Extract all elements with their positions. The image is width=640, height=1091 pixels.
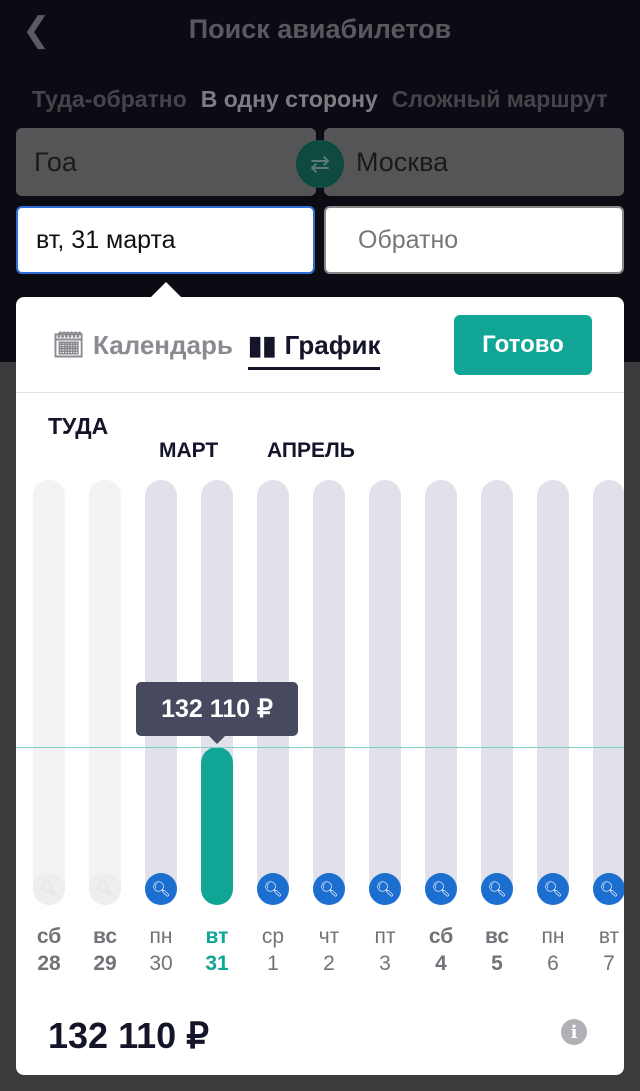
price-bar-5[interactable]: 🔍︎ xyxy=(481,480,513,905)
selected-price: 132 110 ₽ xyxy=(48,1015,210,1056)
day-number: 31 xyxy=(205,952,229,975)
weekday: вт xyxy=(205,925,229,948)
search-icon[interactable]: 🔍︎ xyxy=(593,873,624,905)
bar-chart-icon: ▮▮ xyxy=(248,330,277,360)
price-bar-3[interactable]: 🔍︎ xyxy=(369,480,401,905)
tab-calendar[interactable]: 🗓 Календарь xyxy=(52,330,233,361)
weekday: пн xyxy=(541,925,565,948)
day-label[interactable]: пн 6 xyxy=(525,923,581,977)
info-icon[interactable]: i xyxy=(561,1019,587,1045)
weekday: вс xyxy=(92,925,118,948)
price-tooltip: 132 110 ₽ xyxy=(136,682,298,744)
weekday: ср xyxy=(261,925,285,948)
month-label-april: АПРЕЛЬ xyxy=(267,439,355,462)
day-label[interactable]: ср 1 xyxy=(245,923,301,977)
search-icon[interactable]: 🔍︎ xyxy=(145,873,177,905)
day-label[interactable]: вс 29 xyxy=(77,923,133,977)
price-bar-7[interactable]: 🔍︎ xyxy=(593,480,624,905)
selected-price-bar[interactable] xyxy=(201,747,233,905)
search-icon[interactable]: 🔍︎ xyxy=(425,873,457,905)
day-number: 3 xyxy=(379,952,391,975)
search-icon[interactable]: 🔍︎ xyxy=(313,873,345,905)
weekday: вт xyxy=(598,925,620,948)
weekday: сб xyxy=(428,925,454,948)
tab-one-way[interactable]: В одну сторону xyxy=(201,86,378,112)
weekday: чт xyxy=(318,925,340,948)
day-number: 6 xyxy=(547,952,559,975)
search-icon[interactable]: 🔍︎ xyxy=(257,873,289,905)
day-number: 7 xyxy=(603,952,615,975)
price-bar-4[interactable]: 🔍︎ xyxy=(425,480,457,905)
day-number: 2 xyxy=(323,952,335,975)
price-line xyxy=(16,747,624,748)
search-icon: 🔍︎ xyxy=(89,873,121,905)
trip-mode-tabs: Туда-обратно В одну сторону Сложный маршру… xyxy=(32,86,622,113)
day-number: 28 xyxy=(37,952,61,975)
tab-multi-city[interactable]: Сложный маршрут xyxy=(392,86,608,112)
search-icon[interactable]: 🔍︎ xyxy=(537,873,569,905)
tab-calendar-label: Календарь xyxy=(93,330,233,360)
done-button[interactable]: Готово xyxy=(454,315,592,375)
day-number: 30 xyxy=(149,952,173,975)
weekday: пт xyxy=(374,925,396,948)
direction-label: ТУДА xyxy=(48,413,109,439)
day-label[interactable]: сб 4 xyxy=(413,923,469,977)
popover-arrow xyxy=(150,282,182,298)
page-title: Поиск авиабилетов xyxy=(188,14,452,44)
search-icon[interactable]: 🔍︎ xyxy=(481,873,513,905)
return-date-field[interactable]: Обратно xyxy=(324,206,624,274)
day-label[interactable]: вт 31 xyxy=(189,923,245,977)
price-bar-2[interactable]: 🔍︎ xyxy=(313,480,345,905)
price-bar-29: 🔍︎ xyxy=(89,480,121,905)
search-icon: 🔍︎ xyxy=(33,873,65,905)
day-number: 1 xyxy=(267,952,279,975)
day-label[interactable]: вс 5 xyxy=(469,923,525,977)
day-label[interactable]: пн 30 xyxy=(133,923,189,977)
day-label[interactable]: чт 2 xyxy=(301,923,357,977)
departure-date-field[interactable]: вт, 31 марта xyxy=(16,206,315,274)
tab-graph[interactable]: ▮▮ График xyxy=(248,330,381,370)
day-label[interactable]: пт 3 xyxy=(357,923,413,977)
weekday: вс xyxy=(484,925,510,948)
from-field[interactable]: Гоа xyxy=(16,128,316,196)
search-icon[interactable]: 🔍︎ xyxy=(369,873,401,905)
day-number: 4 xyxy=(435,952,447,975)
tab-graph-label: График xyxy=(284,330,381,360)
price-bar-6[interactable]: 🔍︎ xyxy=(537,480,569,905)
weekday: пн xyxy=(149,925,173,948)
swap-icon[interactable]: ⇄ xyxy=(296,140,344,188)
to-field[interactable]: Москва xyxy=(324,128,624,196)
calendar-icon: 🗓 xyxy=(52,330,86,360)
divider xyxy=(16,392,624,393)
month-label-march: МАРТ xyxy=(159,439,219,462)
day-number: 5 xyxy=(491,952,503,975)
price-bar-28: 🔍︎ xyxy=(33,480,65,905)
date-picker-popover: 🗓 Календарь ▮▮ График Готово ТУДА МАРТ АПР… xyxy=(16,297,624,1075)
weekday: сб xyxy=(36,925,62,948)
day-number: 29 xyxy=(93,952,117,975)
tab-round-trip[interactable]: Туда-обратно xyxy=(32,86,187,112)
day-label[interactable]: вт 7 xyxy=(581,923,624,977)
day-label[interactable]: сб 28 xyxy=(21,923,77,977)
